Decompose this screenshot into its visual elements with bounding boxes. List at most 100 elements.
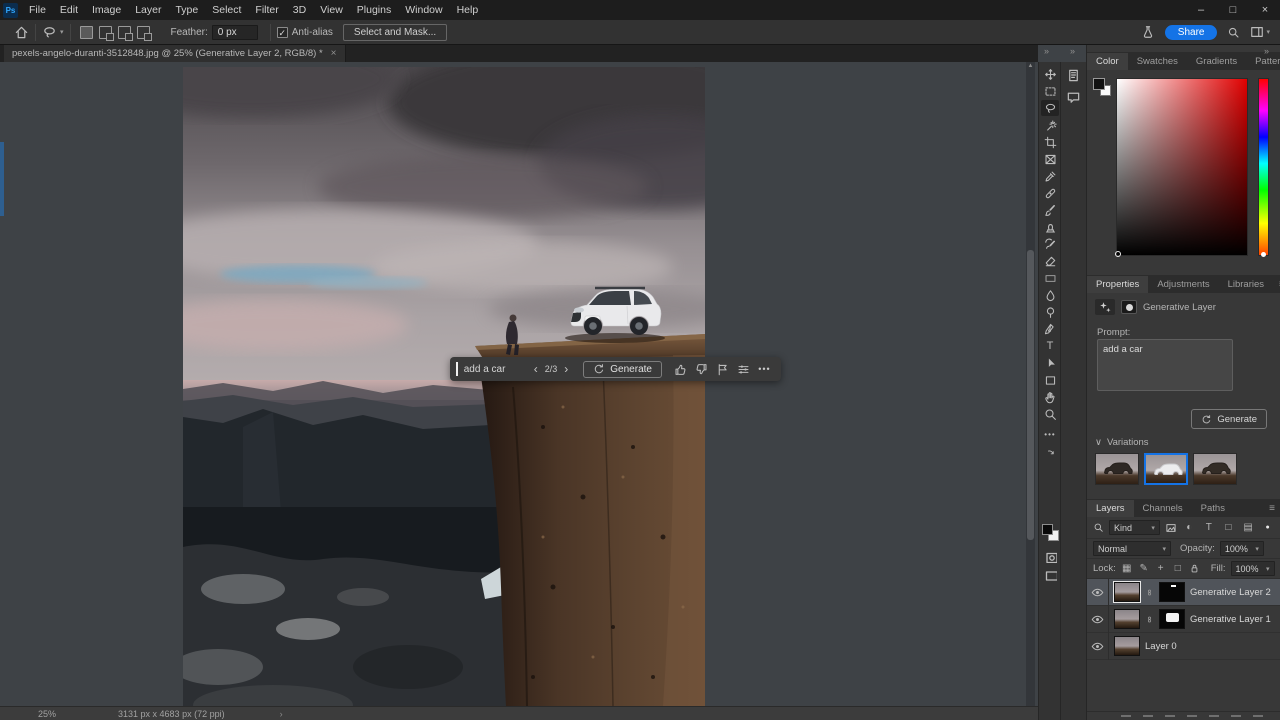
foreground-color-swatch[interactable] <box>1042 524 1053 535</box>
gradient-tool[interactable] <box>1041 270 1059 286</box>
variations-chevron-icon[interactable]: ∨ <box>1095 437 1102 448</box>
screen-mode-icon[interactable] <box>1041 566 1059 582</box>
home-icon[interactable] <box>14 25 29 40</box>
taskbar-more-icon[interactable]: ••• <box>754 364 775 374</box>
zoom-level-field[interactable]: 25% <box>38 709 56 719</box>
foreground-background-swatches[interactable] <box>1042 524 1060 542</box>
filter-search-icon[interactable] <box>1093 522 1104 533</box>
generate-button[interactable]: Generate <box>583 360 662 378</box>
scroll-up-icon[interactable]: ▲ <box>1026 63 1035 69</box>
move-tool[interactable] <box>1041 66 1059 82</box>
filter-adjustment-layers-icon[interactable]: ◐ <box>1182 522 1197 533</box>
tab-properties[interactable]: Properties <box>1087 276 1149 293</box>
layer-thumbnail[interactable] <box>1113 581 1141 603</box>
type-tool[interactable]: T <box>1041 338 1059 354</box>
collapse-panels-icon[interactable]: » <box>1264 46 1269 56</box>
shape-tool[interactable] <box>1041 372 1059 388</box>
clone-stamp-tool[interactable] <box>1041 219 1059 235</box>
layer-row-generative-layer-1[interactable]: Generative Layer 1 <box>1087 605 1280 633</box>
search-icon[interactable] <box>1227 26 1240 39</box>
comments-panel-icon[interactable] <box>1066 90 1081 105</box>
visibility-eye-icon[interactable] <box>1087 632 1109 660</box>
properties-generate-button[interactable]: Generate <box>1191 409 1267 429</box>
share-button[interactable]: Share <box>1164 24 1218 40</box>
menu-edit[interactable]: Edit <box>53 0 85 20</box>
layer-thumbnail[interactable] <box>1114 636 1140 656</box>
blur-tool[interactable] <box>1041 287 1059 303</box>
edit-toolbar-icon[interactable]: ••• <box>1041 426 1059 442</box>
history-brush-tool[interactable] <box>1041 236 1059 252</box>
tab-adjustments[interactable]: Adjustments <box>1148 276 1218 293</box>
hand-tool[interactable] <box>1041 389 1059 405</box>
lock-all-icon[interactable] <box>1189 563 1200 574</box>
variation-thumbnail-3[interactable] <box>1193 453 1237 485</box>
lock-transparency-icon[interactable]: ▦ <box>1121 563 1133 574</box>
select-and-mask-button[interactable]: Select and Mask... <box>342 23 448 41</box>
lasso-tool[interactable] <box>1041 100 1059 116</box>
new-selection-icon[interactable] <box>79 25 93 39</box>
hue-slider[interactable] <box>1258 78 1269 257</box>
mask-link-icon[interactable] <box>1145 586 1154 599</box>
status-options-icon[interactable]: › <box>280 709 283 719</box>
mask-link-icon[interactable] <box>1145 613 1154 626</box>
eyedropper-tool[interactable] <box>1041 168 1059 184</box>
tech-preview-icon[interactable] <box>1141 25 1155 39</box>
quick-mask-icon[interactable] <box>1041 548 1059 564</box>
menu-type[interactable]: Type <box>168 0 205 20</box>
subtract-selection-icon[interactable] <box>117 25 133 41</box>
lock-position-icon[interactable]: + <box>1155 563 1167 574</box>
variation-thumbnail-1[interactable] <box>1095 453 1139 485</box>
menu-help[interactable]: Help <box>450 0 486 20</box>
menu-filter[interactable]: Filter <box>248 0 285 20</box>
next-variation-button[interactable]: › <box>557 362 575 376</box>
healing-brush-tool[interactable] <box>1041 185 1059 201</box>
tab-swatches[interactable]: Swatches <box>1128 53 1187 70</box>
panel-menu-icon[interactable]: ≡ <box>1273 279 1280 293</box>
path-selection-tool[interactable] <box>1041 355 1059 371</box>
color-panel-swatches[interactable] <box>1093 78 1115 100</box>
thumbs-up-icon[interactable] <box>670 363 691 376</box>
tab-libraries[interactable]: Libraries <box>1219 276 1273 293</box>
menu-plugins[interactable]: Plugins <box>350 0 398 20</box>
lock-image-icon[interactable]: ✎ <box>1138 563 1150 574</box>
quick-selection-tool[interactable] <box>1041 117 1059 133</box>
tab-gradients[interactable]: Gradients <box>1187 53 1246 70</box>
visibility-eye-icon[interactable] <box>1087 605 1109 633</box>
filter-pixel-layers-icon[interactable] <box>1165 522 1177 534</box>
pen-tool[interactable] <box>1041 321 1059 337</box>
kind-filter-select[interactable]: Kind ▾ <box>1109 520 1160 535</box>
layers-footer-icons[interactable] <box>1087 711 1280 720</box>
thumbs-down-icon[interactable] <box>691 363 712 376</box>
layer-row-layer-0[interactable]: Layer 0 <box>1087 632 1280 660</box>
filter-smart-objects-icon[interactable]: ▤ <box>1241 522 1256 533</box>
crop-tool[interactable] <box>1041 134 1059 150</box>
blend-mode-select[interactable]: Normal ▾ <box>1093 541 1171 556</box>
add-selection-icon[interactable] <box>98 25 114 41</box>
layer-mask-thumbnail[interactable] <box>1159 609 1185 629</box>
visibility-eye-icon[interactable] <box>1087 578 1109 606</box>
tab-color[interactable]: Color <box>1087 53 1128 70</box>
document-image[interactable] <box>183 67 705 706</box>
filter-type-layers-icon[interactable]: T <box>1202 522 1217 533</box>
frame-tool[interactable] <box>1041 151 1059 167</box>
layer-name[interactable]: Generative Layer 1 <box>1190 614 1271 625</box>
lock-artboard-icon[interactable]: □ <box>1172 563 1184 574</box>
menu-layer[interactable]: Layer <box>128 0 168 20</box>
opacity-select[interactable]: 100% ▾ <box>1219 541 1264 556</box>
document-tab[interactable]: pexels-angelo-duranti-3512848.jpg @ 25% … <box>4 45 346 62</box>
maximize-button[interactable]: □ <box>1218 0 1248 20</box>
menu-3d[interactable]: 3D <box>286 0 313 20</box>
layer-name[interactable]: Generative Layer 2 <box>1190 587 1271 598</box>
report-flag-icon[interactable] <box>712 363 733 376</box>
saturation-brightness-field[interactable] <box>1115 78 1248 257</box>
antialias-checkbox[interactable]: ✓ <box>276 26 288 38</box>
canvas-area[interactable]: add a car ‹ 2/3 › Generate ••• ▲ <box>0 62 1038 706</box>
taskbar-settings-icon[interactable] <box>733 363 754 376</box>
variation-thumbnail-2-selected[interactable] <box>1144 453 1188 485</box>
collapse-dock-icon[interactable]: » <box>1070 46 1075 56</box>
layer-name[interactable]: Layer 0 <box>1145 641 1177 652</box>
tab-layers[interactable]: Layers <box>1087 500 1134 517</box>
taskbar-prompt-input[interactable]: add a car <box>464 364 527 375</box>
zoom-tool[interactable] <box>1041 406 1059 422</box>
workspace-icon[interactable]: ▾ <box>1250 25 1270 39</box>
